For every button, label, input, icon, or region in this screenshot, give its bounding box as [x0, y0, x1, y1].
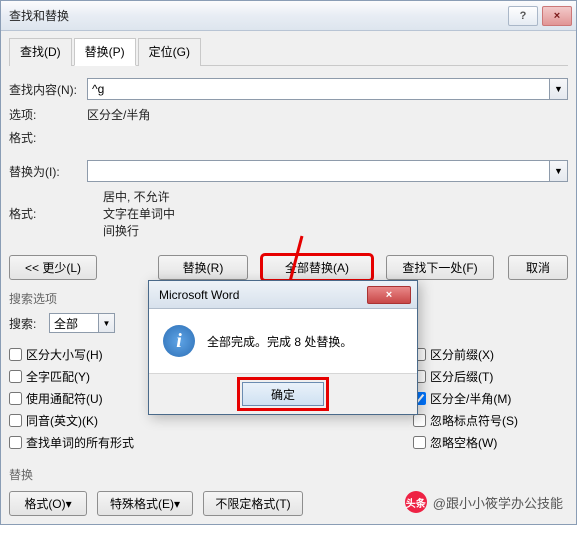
chk-wildcard[interactable]: 使用通配符(U)	[9, 390, 164, 407]
chk-soundslike[interactable]: 同音(英文)(K)	[9, 412, 164, 429]
messagebox: Microsoft Word × i 全部完成。完成 8 处替换。 确定	[148, 280, 418, 415]
format-label-1: 格式:	[9, 129, 87, 146]
chk-ignorepunct[interactable]: 忽略标点符号(S)	[413, 412, 568, 429]
replace-all-button[interactable]: 全部替换(A)	[262, 255, 372, 280]
search-scope-input[interactable]	[49, 313, 99, 333]
search-label: 搜索:	[9, 315, 49, 332]
info-icon: i	[163, 325, 195, 357]
watermark-text: @跟小小筱学办公技能	[433, 493, 563, 512]
search-scope-dropdown-icon[interactable]: ▼	[99, 313, 115, 333]
noformat-button[interactable]: 不限定格式(T)	[203, 491, 303, 516]
special-format-button[interactable]: 特殊格式(E) ▾	[97, 491, 193, 516]
replace-one-button[interactable]: 替换(R)	[158, 255, 248, 280]
options-value: 区分全/半角	[87, 106, 165, 123]
chk-prefix[interactable]: 区分前缀(X)	[413, 346, 568, 363]
messagebox-close-button[interactable]: ×	[367, 286, 411, 304]
watermark: 头条 @跟小小筱学办公技能	[405, 491, 563, 513]
tab-find[interactable]: 查找(D)	[9, 38, 72, 66]
close-button[interactable]: ×	[542, 6, 572, 26]
find-input[interactable]	[87, 78, 550, 100]
replace-section-title: 替换	[9, 466, 568, 483]
window-title: 查找和替换	[9, 7, 69, 24]
chk-suffix[interactable]: 区分后缀(T)	[413, 368, 568, 385]
checks-left-column: 区分大小写(H) 全字匹配(Y) 使用通配符(U) 同音(英文)(K) 查找单词…	[9, 341, 164, 456]
replace-note: 居中, 不允许文字在单词中间换行	[103, 188, 181, 239]
options-label: 选项:	[9, 106, 87, 123]
titlebar: 查找和替换 ? ×	[1, 1, 576, 31]
watermark-logo-icon: 头条	[405, 491, 427, 513]
messagebox-text: 全部完成。完成 8 处替换。	[207, 333, 352, 350]
tabstrip: 查找(D) 替换(P) 定位(G)	[9, 37, 568, 66]
find-next-button[interactable]: 查找下一处(F)	[386, 255, 494, 280]
tab-goto[interactable]: 定位(G)	[138, 38, 201, 66]
replace-label: 替换为(I):	[9, 163, 87, 180]
messagebox-title: Microsoft Word	[159, 288, 239, 302]
chk-wholeword[interactable]: 全字匹配(Y)	[9, 368, 164, 385]
tab-replace[interactable]: 替换(P)	[74, 38, 136, 66]
replace-input[interactable]	[87, 160, 550, 182]
chk-fullhalf[interactable]: 区分全/半角(M)	[413, 390, 568, 407]
format-button[interactable]: 格式(O) ▾	[9, 491, 87, 516]
chk-wordforms[interactable]: 查找单词的所有形式	[9, 434, 164, 451]
chk-ignorespace[interactable]: 忽略空格(W)	[413, 434, 568, 451]
checks-right-column: 区分前缀(X) 区分后缀(T) 区分全/半角(M) 忽略标点符号(S) 忽略空格…	[413, 341, 568, 456]
chk-case[interactable]: 区分大小写(H)	[9, 346, 164, 363]
find-label: 查找内容(N):	[9, 81, 87, 98]
format-label-2: 格式:	[9, 205, 87, 222]
less-button[interactable]: << 更少(L)	[9, 255, 97, 280]
replace-dropdown-icon[interactable]: ▼	[550, 160, 568, 182]
messagebox-ok-button[interactable]: 确定	[242, 382, 324, 406]
help-button[interactable]: ?	[508, 6, 538, 26]
find-dropdown-icon[interactable]: ▼	[550, 78, 568, 100]
cancel-button[interactable]: 取消	[508, 255, 568, 280]
